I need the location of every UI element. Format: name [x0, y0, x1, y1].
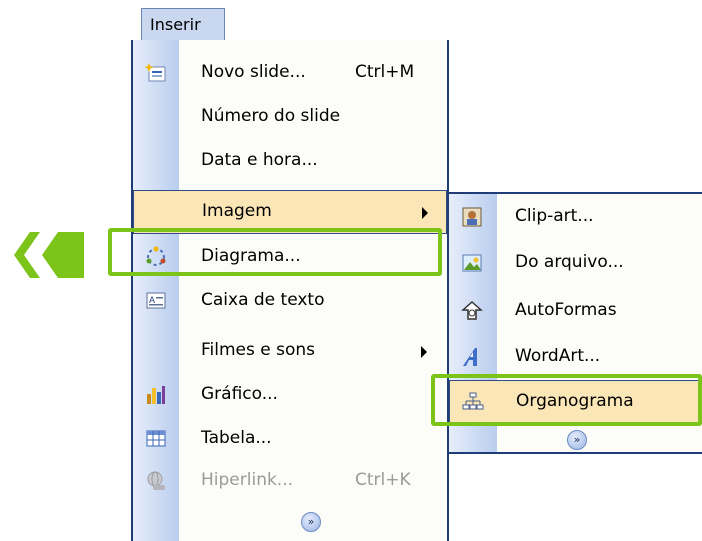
menu-item-text-box[interactable]: A Caixa de texto: [133, 280, 447, 324]
menu-item-label: Data e hora...: [201, 150, 318, 170]
menu-item-movies-sounds[interactable]: Filmes e sons: [133, 330, 447, 374]
submenu-arrow-icon: [421, 346, 427, 358]
text-box-icon: A: [145, 290, 167, 312]
table-icon: [145, 428, 167, 450]
new-slide-icon: [144, 62, 167, 84]
menu-item-table[interactable]: Tabela...: [133, 418, 447, 462]
hyperlink-icon: [145, 470, 167, 492]
submenu-item-label: AutoFormas: [515, 300, 617, 320]
wordart-icon: [461, 346, 483, 368]
submenu-item-from-file[interactable]: Do arquivo...: [449, 242, 702, 286]
autoshapes-icon: [461, 300, 483, 322]
menu-inserir[interactable]: Inserir: [141, 8, 225, 40]
menu-item-label: Gráfico...: [201, 384, 278, 404]
callout-diagram: [108, 228, 442, 276]
submenu-item-clip-art[interactable]: Clip-art...: [449, 196, 702, 240]
menu-item-label: Imagem: [202, 201, 272, 221]
expand-menu-chevron-icon[interactable]: »: [301, 512, 321, 532]
menu-item-hyperlink[interactable]: Hiperlink... Ctrl+K: [133, 460, 447, 504]
menu-item-label: Caixa de texto: [201, 290, 325, 310]
submenu-item-label: Do arquivo...: [515, 252, 624, 272]
chart-icon: [145, 384, 167, 406]
expand-submenu-chevron-icon[interactable]: »: [567, 430, 587, 450]
submenu-item-label: WordArt...: [515, 346, 601, 366]
menu-item-label: Número do slide: [201, 106, 341, 126]
double-chevron-left-icon: [8, 230, 88, 285]
menu-item-date-time[interactable]: Data e hora...: [133, 140, 447, 184]
submenu-arrow-icon: [422, 207, 428, 219]
menu-item-label: Hiperlink...: [201, 470, 294, 490]
menu-item-label: Filmes e sons: [201, 340, 316, 360]
menu-item-shortcut: Ctrl+M: [355, 62, 415, 82]
menu-item-shortcut: Ctrl+K: [355, 470, 411, 490]
clip-art-icon: [461, 206, 483, 228]
submenu-item-label: Clip-art...: [515, 206, 594, 226]
menu-item-label: Tabela...: [201, 428, 272, 448]
from-file-icon: [461, 252, 483, 274]
svg-text:A: A: [149, 295, 155, 305]
menu-item-label: Novo slide...: [201, 62, 306, 82]
menu-item-slide-number[interactable]: Número do slide: [133, 96, 447, 140]
insert-menu: Novo slide... Ctrl+M Número do slide Dat…: [131, 40, 449, 541]
submenu-item-autoshapes[interactable]: AutoFormas: [449, 290, 702, 334]
menu-item-new-slide[interactable]: Novo slide... Ctrl+M: [133, 52, 447, 96]
callout-org-chart: [431, 374, 702, 426]
menu-item-chart[interactable]: Gráfico...: [133, 374, 447, 418]
menu-title: Inserir: [150, 15, 201, 34]
